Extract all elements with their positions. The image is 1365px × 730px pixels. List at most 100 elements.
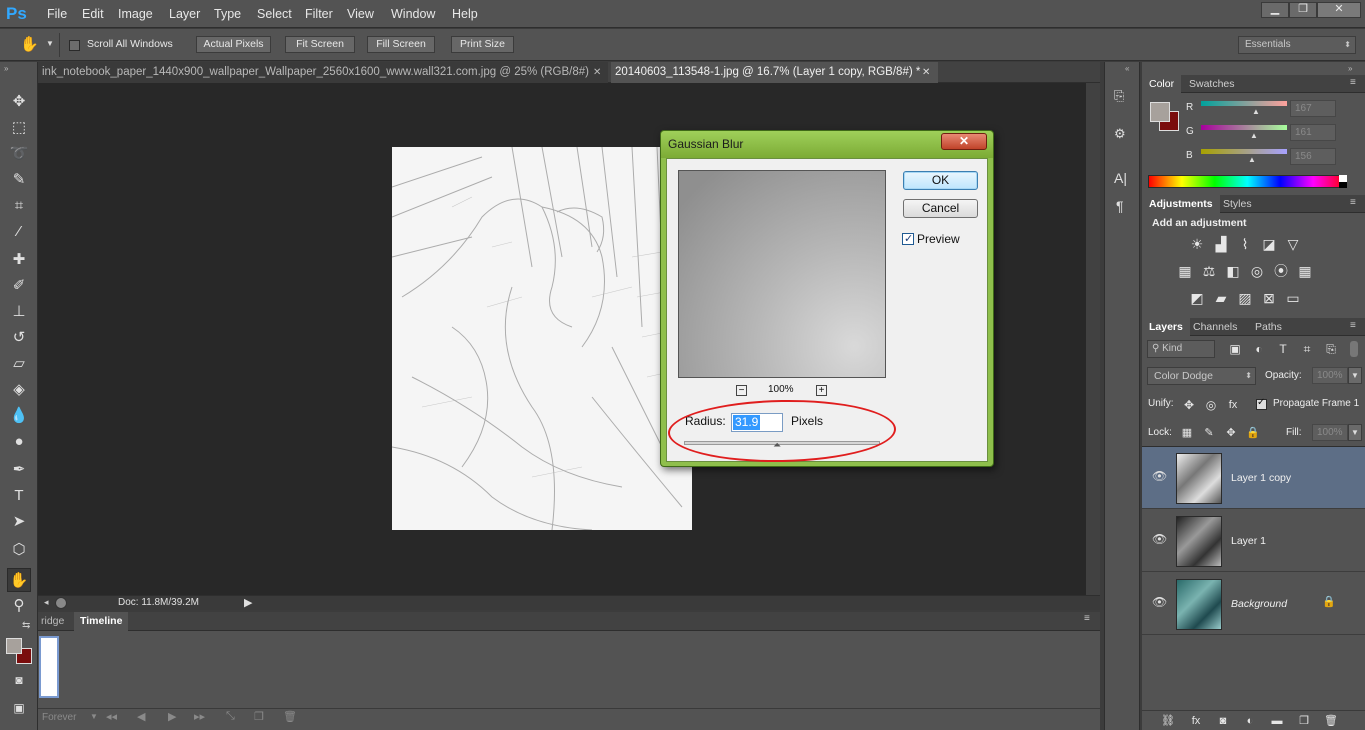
preview-checkbox[interactable]: ✓ [902, 233, 914, 245]
curves-icon[interactable]: ⌇ [1236, 235, 1254, 253]
zoom-indicator-icon[interactable] [55, 597, 67, 609]
frame-thumbnail[interactable] [39, 636, 59, 698]
type-layer-filter-icon[interactable]: T [1274, 340, 1292, 358]
exposure-icon[interactable]: ◪ [1260, 235, 1278, 253]
tab-channels[interactable]: Channels [1186, 318, 1244, 336]
chevron-down-icon[interactable]: ▼ [1348, 367, 1362, 384]
blue-value-field[interactable]: 156 [1290, 148, 1336, 165]
tab-adjustments[interactable]: Adjustments [1142, 195, 1220, 213]
adjustment-layer-filter-icon[interactable]: ◐ [1250, 340, 1268, 358]
color-balance-icon[interactable]: ⚖ [1200, 262, 1218, 280]
lock-image-icon[interactable]: ✎ [1200, 424, 1218, 442]
tab-swatches[interactable]: Swatches [1182, 75, 1242, 93]
menu-view[interactable]: View [347, 0, 374, 28]
blur-tool-icon[interactable]: 💧 [7, 404, 31, 428]
swap-colors-icon[interactable]: ⇆ [22, 620, 30, 631]
new-layer-icon[interactable]: ❐ [1295, 712, 1313, 730]
tab-active-document[interactable]: 20140603_113548-1.jpg @ 16.7% (Layer 1 c… [611, 62, 938, 83]
properties-panel-icon[interactable]: ⚙ [1114, 126, 1132, 144]
fit-screen-button[interactable]: Fit Screen [285, 36, 355, 53]
quick-select-tool-icon[interactable]: ✎ [7, 168, 31, 192]
eye-icon[interactable]: 👁 [1152, 595, 1167, 609]
link-layers-icon[interactable]: ⛓ [1159, 712, 1177, 730]
paint-bucket-tool-icon[interactable]: ◈ [7, 378, 31, 402]
collapse-icon[interactable]: » [1348, 64, 1352, 73]
move-tool-icon[interactable]: ✥ [7, 90, 31, 114]
play-icon[interactable]: ▶ [168, 710, 176, 723]
tween-icon[interactable]: ⤡ [226, 710, 235, 723]
pen-tool-icon[interactable]: ✒ [7, 458, 31, 482]
workspace-select[interactable]: Essentials ⬍ [1238, 36, 1356, 54]
eye-icon[interactable]: 👁 [1152, 532, 1167, 546]
levels-icon[interactable]: ▟ [1212, 235, 1230, 253]
blur-preview[interactable] [678, 170, 886, 378]
smart-object-filter-icon[interactable]: ⎘ [1322, 340, 1340, 358]
tab-color[interactable]: Color [1142, 75, 1182, 93]
opacity-field[interactable]: 100% [1312, 367, 1348, 384]
close-tab-icon[interactable]: ✕ [922, 62, 930, 83]
actual-pixels-button[interactable]: Actual Pixels [196, 36, 271, 53]
slider-thumb-icon[interactable]: ▲ [1252, 107, 1260, 116]
quick-mask-icon[interactable]: ◙ [7, 668, 31, 692]
dialog-close-button[interactable]: ✕ [941, 133, 987, 150]
red-slider[interactable] [1201, 101, 1287, 106]
photo-filter-icon[interactable]: ◎ [1248, 262, 1266, 280]
screen-mode-icon[interactable]: ▣ [7, 696, 31, 720]
fill-field[interactable]: 100% [1312, 424, 1348, 441]
next-frame-icon[interactable]: ▸▸ [194, 710, 205, 723]
panel-menu-icon[interactable]: ≡ [1084, 613, 1090, 624]
hand-tool-icon[interactable]: ✋ [7, 568, 31, 592]
history-panel-icon[interactable]: ⎘ [1114, 88, 1132, 106]
layer-row-background[interactable]: 👁 Background 🔒 [1142, 573, 1365, 635]
status-menu-arrow-icon[interactable]: ▶ [244, 596, 252, 609]
menu-help[interactable]: Help [452, 0, 478, 28]
menu-select[interactable]: Select [257, 0, 292, 28]
lock-position-icon[interactable]: ✥ [1222, 424, 1240, 442]
close-window-button[interactable]: ✕ [1317, 2, 1361, 18]
zoom-tool-icon[interactable]: ⚲ [7, 594, 31, 618]
invert-icon[interactable]: ◩ [1188, 289, 1206, 307]
propagate-checkbox[interactable]: ✓ [1256, 397, 1267, 410]
tab-layers[interactable]: Layers [1142, 318, 1190, 336]
lock-transparent-icon[interactable]: ▦ [1178, 424, 1196, 442]
document-image[interactable] [392, 147, 692, 530]
cancel-button[interactable]: Cancel [903, 199, 978, 218]
tab-paths[interactable]: Paths [1248, 318, 1289, 336]
blend-mode-select[interactable]: Color Dodge ⬍ [1147, 367, 1256, 385]
path-selection-tool-icon[interactable]: ➤ [7, 510, 31, 534]
brightness-contrast-icon[interactable]: ☀ [1188, 235, 1206, 253]
gradient-map-icon[interactable]: ▭ [1284, 289, 1302, 307]
scroll-left-icon[interactable]: ◂ [44, 597, 49, 608]
menu-edit[interactable]: Edit [82, 0, 104, 28]
brush-tool-icon[interactable]: ✐ [7, 274, 31, 298]
green-value-field[interactable]: 161 [1290, 124, 1336, 141]
add-mask-icon[interactable]: ◙ [1214, 712, 1232, 730]
history-brush-tool-icon[interactable]: ↺ [7, 326, 31, 350]
layer-row-layer-1[interactable]: 👁 Layer 1 [1142, 510, 1365, 572]
panel-menu-icon[interactable]: ≡ [1350, 77, 1356, 88]
chevron-down-icon[interactable]: ▼ [46, 39, 54, 48]
character-panel-icon[interactable]: A| [1114, 170, 1132, 188]
menu-filter[interactable]: Filter [305, 0, 333, 28]
chevron-down-icon[interactable]: ▼ [1348, 424, 1362, 441]
fill-screen-button[interactable]: Fill Screen [367, 36, 435, 53]
tab-timeline[interactable]: Timeline [74, 612, 129, 631]
eye-icon[interactable]: 👁 [1152, 469, 1167, 483]
restore-button[interactable]: ❐ [1289, 2, 1317, 18]
menu-file[interactable]: File [47, 0, 67, 28]
new-group-icon[interactable]: ▬ [1268, 712, 1286, 730]
color-spectrum-ramp[interactable] [1148, 175, 1347, 188]
first-frame-icon[interactable]: ◂◂ [106, 710, 117, 723]
eyedropper-tool-icon[interactable]: ⁄ [7, 220, 31, 244]
foreground-color-swatch[interactable] [6, 638, 22, 654]
panel-menu-icon[interactable]: ≡ [1350, 197, 1356, 208]
threshold-icon[interactable]: ▨ [1236, 289, 1254, 307]
layer-row-layer-1-copy[interactable]: 👁 Layer 1 copy [1142, 447, 1365, 509]
tab-styles[interactable]: Styles [1216, 195, 1259, 213]
collapse-icon[interactable]: » [4, 64, 8, 73]
zoom-out-button[interactable]: − [736, 385, 747, 396]
color-lookup-icon[interactable]: ▦ [1296, 262, 1314, 280]
scroll-all-windows-checkbox[interactable] [69, 40, 80, 51]
layer-style-icon[interactable]: fx [1187, 712, 1205, 730]
vibrance-icon[interactable]: ▽ [1284, 235, 1302, 253]
